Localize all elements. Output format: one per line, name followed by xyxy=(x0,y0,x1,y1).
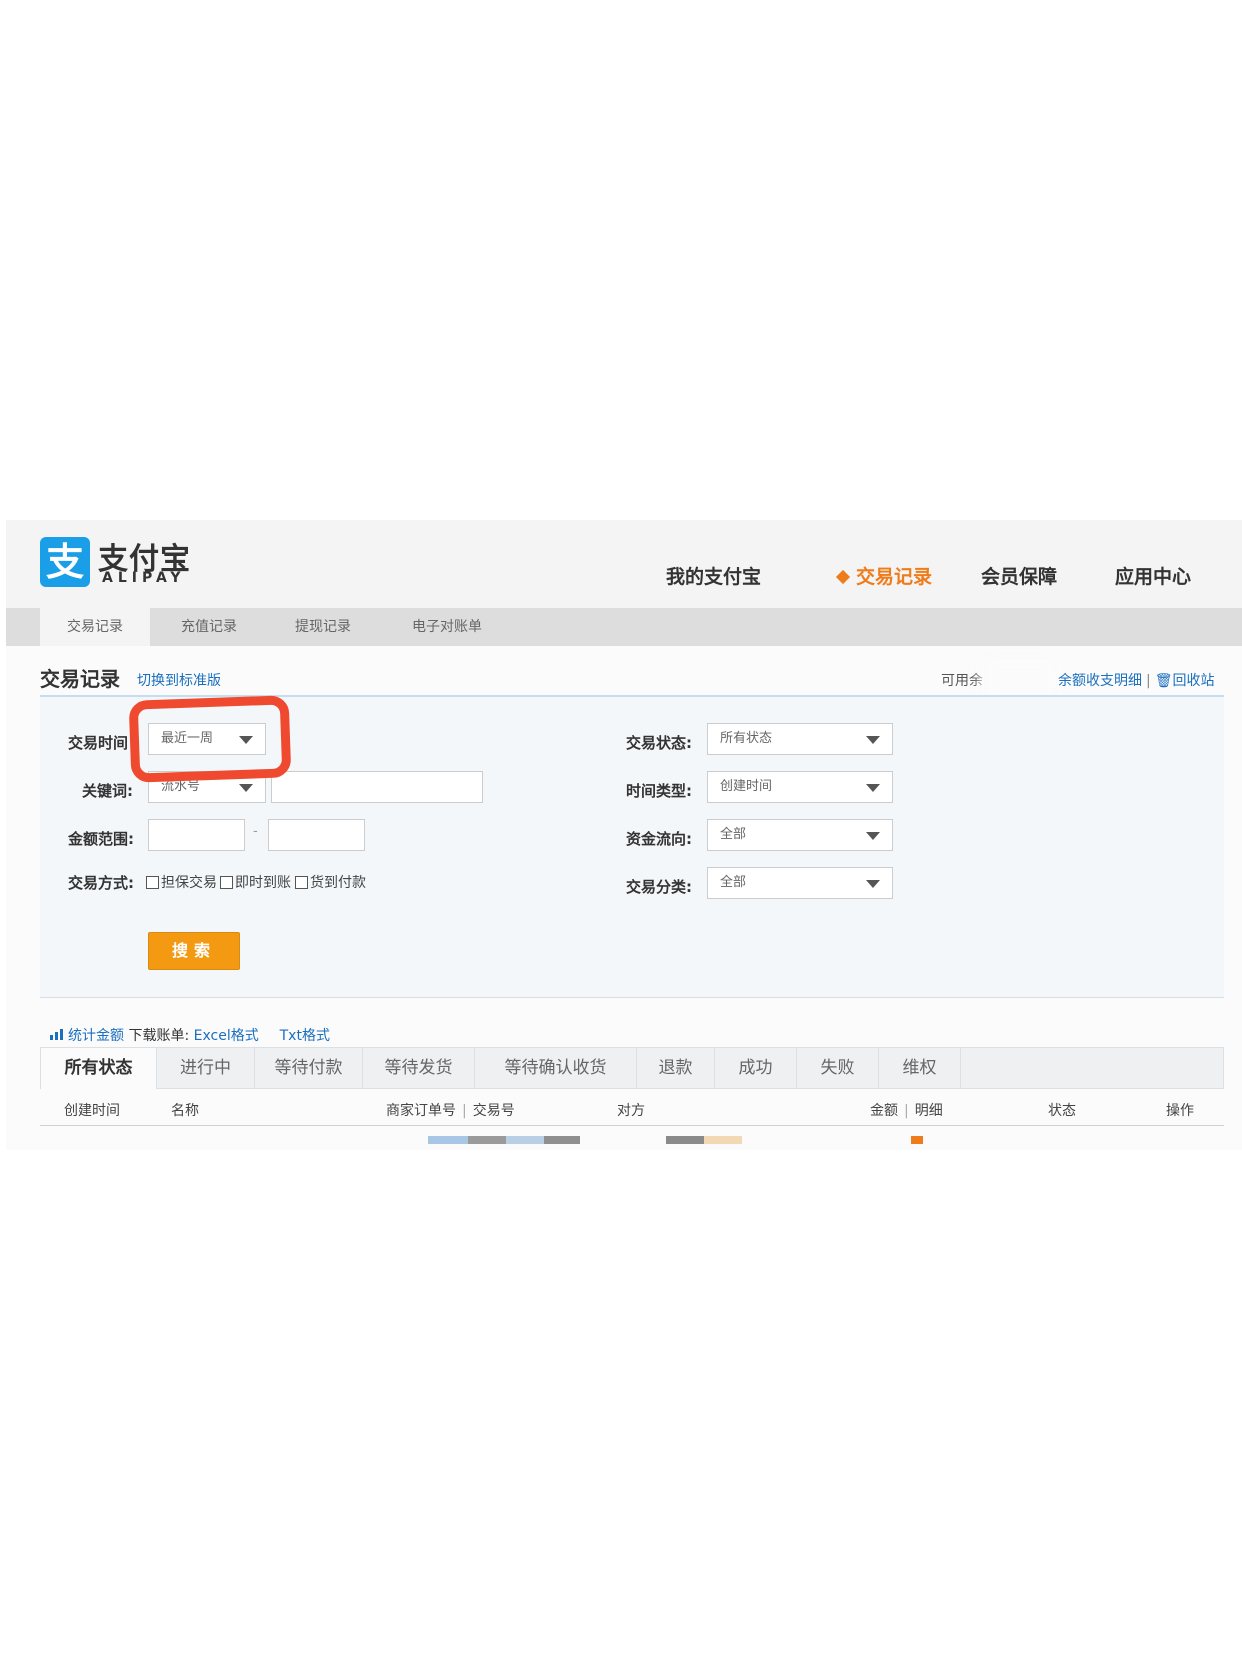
red-annotation-circle xyxy=(128,695,292,783)
available-balance-label: 可用余 xyxy=(941,673,983,689)
keyword-input[interactable] xyxy=(271,771,483,803)
col-divider: | xyxy=(462,1103,467,1119)
excel-download-link[interactable]: Excel格式 xyxy=(194,1028,259,1044)
subtab-recharge[interactable]: 充值记录 xyxy=(154,608,264,646)
time-type-label: 时间类型: xyxy=(626,782,692,800)
col-name: 名称 xyxy=(171,1103,199,1119)
balance-redaction xyxy=(981,660,1061,700)
tab-refund[interactable]: 退款 xyxy=(637,1048,715,1088)
status-tabs: 所有状态 进行中 等待付款 等待发货 等待确认收货 退款 成功 失败 维权 xyxy=(40,1047,1224,1089)
amount-max-input[interactable] xyxy=(268,819,365,851)
trade-category-label: 交易分类: xyxy=(626,878,692,896)
chevron-down-icon xyxy=(866,880,880,888)
subtab-e-statement[interactable]: 电子对账单 xyxy=(382,608,512,646)
method-guarantee-checkbox[interactable]: 担保交易 xyxy=(146,872,217,892)
switch-standard-link[interactable]: 切换到标准版 xyxy=(137,670,221,690)
keyword-label: 关键词: xyxy=(82,782,133,800)
alipay-screenshot: 支 支付宝 ALIPAY 我的支付宝 交易记录 会员保障 应用中心 交易记录 充… xyxy=(6,520,1242,1150)
table-row-fragment xyxy=(544,1136,580,1144)
table-row-fragment xyxy=(468,1136,506,1144)
checkbox-box[interactable] xyxy=(295,876,308,889)
method-cod-label: 货到付款 xyxy=(310,875,366,891)
tab-failed[interactable]: 失败 xyxy=(797,1048,879,1088)
trash-icon: 🗑 xyxy=(1154,673,1173,689)
col-merchant-order: 商家订单号 | 交易号 xyxy=(386,1100,515,1120)
right-links: 余额收支明细 | 🗑回收站 xyxy=(1058,670,1215,690)
checkbox-box[interactable] xyxy=(146,876,159,889)
col-merchant-order-label: 商家订单号 xyxy=(386,1103,456,1119)
col-detail-label: 明细 xyxy=(914,1103,943,1119)
subtab-withdraw[interactable]: 提现记录 xyxy=(268,608,378,646)
trade-time-label: 交易时间 xyxy=(68,734,129,752)
table-row-fragment xyxy=(704,1136,742,1144)
amount-min-input[interactable] xyxy=(148,819,245,851)
table-row-fragment xyxy=(428,1136,468,1144)
form-divider xyxy=(40,997,1224,998)
sub-navigation: 交易记录 充值记录 提现记录 电子对账单 xyxy=(6,608,1242,646)
chevron-down-icon xyxy=(866,736,880,744)
col-amount: 金额 | 明细 xyxy=(870,1100,943,1120)
trade-method-label: 交易方式: xyxy=(68,874,134,892)
tab-all-status[interactable]: 所有状态 xyxy=(41,1048,157,1089)
recycle-bin-link[interactable]: 回收站 xyxy=(1173,673,1215,689)
trade-category-select[interactable]: 全部 xyxy=(707,867,893,899)
tab-success[interactable]: 成功 xyxy=(715,1048,797,1088)
col-created-time: 创建时间 xyxy=(64,1103,120,1119)
tab-awaiting-shipment[interactable]: 等待发货 xyxy=(363,1048,475,1088)
alipay-logo-icon[interactable]: 支 xyxy=(40,537,90,587)
amount-dash: - xyxy=(253,824,258,839)
trade-category-value: 全部 xyxy=(720,875,747,890)
tab-in-progress[interactable]: 进行中 xyxy=(157,1048,255,1088)
link-divider: | xyxy=(1146,673,1151,689)
download-label: 下载账单: xyxy=(128,1028,190,1044)
txt-download-link[interactable]: Txt格式 xyxy=(280,1028,330,1044)
time-type-select[interactable]: 创建时间 xyxy=(707,771,893,803)
table-row-fragment xyxy=(911,1136,923,1144)
method-instant-checkbox[interactable]: 即时到账 xyxy=(220,872,291,892)
nav-app-center[interactable]: 应用中心 xyxy=(1115,562,1191,589)
fund-flow-value: 全部 xyxy=(720,827,747,842)
chevron-down-icon xyxy=(866,832,880,840)
chevron-down-icon xyxy=(239,784,253,792)
checkbox-box[interactable] xyxy=(220,876,233,889)
col-amount-label: 金额 xyxy=(870,1103,898,1119)
header-underline xyxy=(40,1125,1224,1126)
nav-my-alipay[interactable]: 我的支付宝 xyxy=(666,562,761,589)
amount-range-label: 金额范围: xyxy=(68,830,134,848)
method-guarantee-label: 担保交易 xyxy=(161,875,217,891)
trade-status-value: 所有状态 xyxy=(720,731,773,746)
page-title: 交易记录 xyxy=(40,667,120,691)
nav-member-protection[interactable]: 会员保障 xyxy=(981,562,1057,589)
trade-status-label: 交易状态: xyxy=(626,734,692,752)
method-instant-label: 即时到账 xyxy=(235,875,291,891)
search-button[interactable]: 搜索 xyxy=(148,932,240,970)
trade-status-select[interactable]: 所有状态 xyxy=(707,723,893,755)
col-status: 状态 xyxy=(1048,1103,1076,1119)
subtab-transactions[interactable]: 交易记录 xyxy=(40,608,150,646)
tab-dispute[interactable]: 维权 xyxy=(879,1048,961,1088)
chevron-down-icon xyxy=(866,784,880,792)
nav-transactions[interactable]: 交易记录 xyxy=(856,562,932,589)
tab-awaiting-receipt[interactable]: 等待确认收货 xyxy=(475,1048,637,1088)
time-type-value: 创建时间 xyxy=(720,779,773,794)
total-amount-link[interactable]: 统计金额 xyxy=(68,1028,124,1044)
logo-subtext: ALIPAY xyxy=(102,570,186,586)
tab-awaiting-payment[interactable]: 等待付款 xyxy=(255,1048,363,1088)
stats-bar: 统计金额 下载账单: Excel格式 Txt格式 xyxy=(50,1025,330,1045)
col-trade-no-label: 交易号 xyxy=(472,1103,515,1119)
col-counterparty: 对方 xyxy=(617,1103,645,1119)
active-diamond-icon xyxy=(835,569,851,585)
table-row-fragment xyxy=(506,1136,544,1144)
col-action: 操作 xyxy=(1166,1103,1194,1119)
fund-flow-select[interactable]: 全部 xyxy=(707,819,893,851)
fund-flow-label: 资金流向: xyxy=(626,830,692,848)
table-row-fragment xyxy=(666,1136,704,1144)
col-divider: | xyxy=(904,1103,909,1119)
header: 支 支付宝 ALIPAY 我的支付宝 交易记录 会员保障 应用中心 xyxy=(6,520,1242,608)
method-cod-checkbox[interactable]: 货到付款 xyxy=(295,872,366,892)
balance-detail-link[interactable]: 余额收支明细 xyxy=(1058,673,1142,689)
bar-chart-icon xyxy=(50,1029,64,1040)
